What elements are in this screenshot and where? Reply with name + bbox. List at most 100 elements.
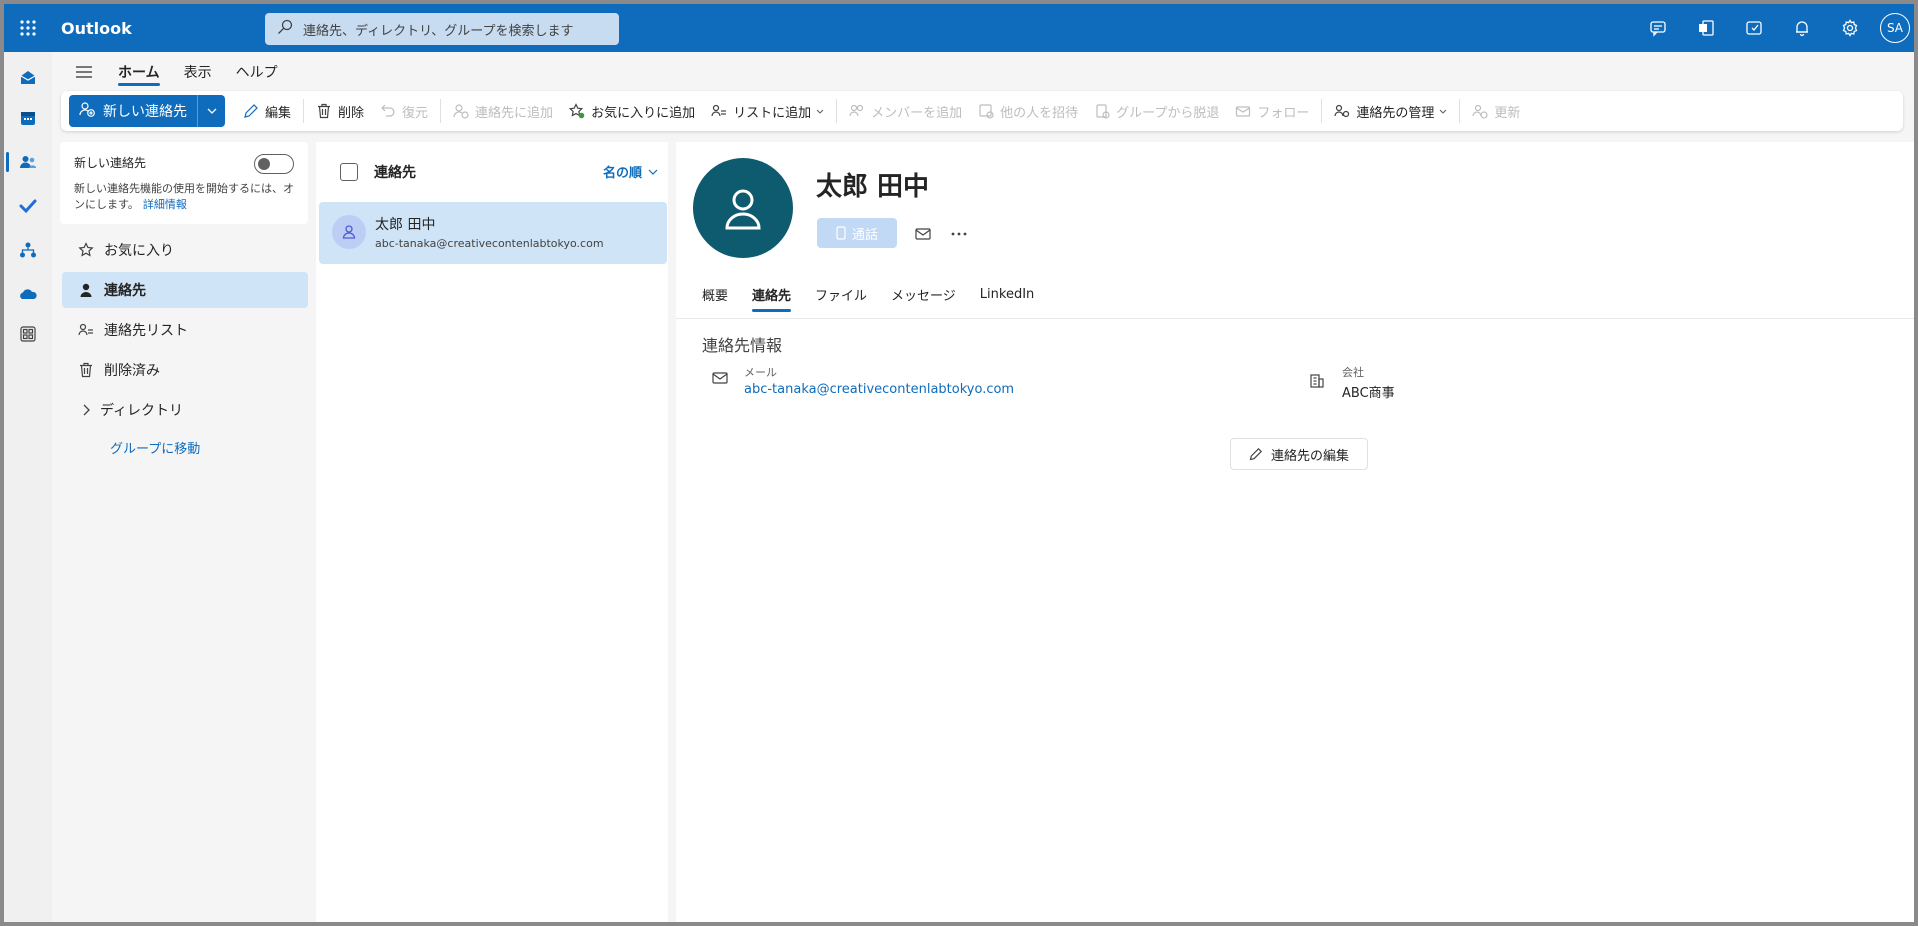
nav-item-contacts[interactable]: 連絡先 [62, 272, 308, 308]
divider [1459, 99, 1461, 123]
follow-button[interactable]: フォロー [1227, 95, 1317, 127]
update-button[interactable]: 更新 [1464, 95, 1528, 127]
nav-item-label: 連絡先 [104, 283, 146, 299]
go-to-groups-link[interactable]: グループに移動 [110, 438, 200, 457]
email-field: メール abc-tanaka@creativecontenlabtokyo.co… [712, 364, 1014, 397]
invite-others-label: 他の人を招待 [1000, 105, 1079, 121]
divider [440, 99, 442, 123]
follow-mail-icon [1236, 106, 1251, 117]
add-to-contacts-button[interactable]: 連絡先に追加 [445, 95, 561, 127]
contact-list-pane: 連絡先 名の順 太郎 田中 abc-tanaka@creativecontenl… [316, 142, 668, 922]
tab-overview[interactable]: 概要 [690, 276, 740, 312]
chevron-down-icon [816, 109, 824, 114]
delete-button[interactable]: 削除 [308, 95, 372, 127]
nav-item-label: 削除済み [104, 363, 160, 379]
send-email-button[interactable] [909, 220, 937, 248]
edit-contact-label: 連絡先の編集 [1270, 448, 1349, 464]
contact-name: 太郎 田中 [375, 217, 436, 233]
sort-label: 名の順 [602, 166, 642, 181]
sort-dropdown[interactable]: 名の順 [603, 162, 658, 181]
app-launcher-icon[interactable] [14, 14, 42, 42]
hamburger-menu-icon[interactable] [62, 54, 106, 90]
teams-chat-icon[interactable] [1634, 4, 1682, 52]
edit-contact-button[interactable]: 連絡先の編集 [1230, 438, 1368, 470]
settings-gear-icon[interactable] [1826, 4, 1874, 52]
edit-label: 編集 [265, 105, 292, 121]
company-value: ABC商事 [1342, 386, 1395, 401]
tab-linkedin[interactable]: LinkedIn [968, 276, 1046, 312]
calendar-app-icon[interactable] [4, 98, 52, 138]
restore-label: 復元 [402, 105, 429, 121]
new-contact-label: 新しい連絡先 [103, 104, 187, 120]
undo-icon [381, 104, 395, 117]
nav-item-directory[interactable]: ディレクトリ [62, 392, 308, 428]
notes-icon[interactable] [1730, 4, 1778, 52]
select-all-checkbox[interactable] [340, 163, 358, 181]
ribbon-toolbar: 新しい連絡先 編集 削除 復元 連絡先に追加 お気に入りに追加 リストに追加 メ… [61, 91, 1903, 131]
contact-list-item[interactable]: 太郎 田中 abc-tanaka@creativecontenlabtokyo.… [319, 202, 667, 264]
notifications-icon[interactable] [1778, 4, 1826, 52]
invite-others-button[interactable]: 他の人を招待 [970, 95, 1086, 127]
add-to-favorites-label: お気に入りに追加 [591, 105, 696, 121]
add-member-icon [849, 104, 864, 117]
update-label: 更新 [1494, 105, 1521, 121]
nav-item-favorites[interactable]: お気に入り [62, 232, 308, 268]
more-apps-icon[interactable] [4, 314, 52, 354]
call-button[interactable]: 通話 [817, 218, 897, 248]
restore-button[interactable]: 復元 [372, 95, 436, 127]
edit-button[interactable]: 編集 [235, 95, 299, 127]
tab-home[interactable]: ホーム [106, 54, 172, 90]
learn-more-link[interactable]: 詳細情報 [143, 198, 187, 211]
contact-detail-pane: 太郎 田中 通話 概要 連絡先 ファイル メッセージ LinkedIn 連絡先情… [676, 142, 1914, 922]
add-member-button[interactable]: メンバーを追加 [841, 95, 970, 127]
refresh-person-icon [1472, 104, 1488, 119]
person-icon [725, 189, 761, 230]
onenote-icon[interactable]: N [1682, 4, 1730, 52]
org-explorer-icon[interactable] [4, 230, 52, 270]
tab-files[interactable]: ファイル [803, 276, 879, 312]
tab-help[interactable]: ヘルプ [224, 54, 290, 90]
chevron-down-icon [207, 108, 216, 114]
todo-app-icon[interactable] [4, 186, 52, 226]
add-to-list-button[interactable]: リストに追加 [703, 95, 832, 127]
contact-email: abc-tanaka@creativecontenlabtokyo.com [375, 237, 604, 250]
people-app-icon[interactable] [4, 142, 52, 182]
more-options-button[interactable] [945, 220, 973, 248]
mail-app-icon[interactable] [4, 58, 52, 98]
person-icon [80, 283, 92, 297]
new-contacts-toggle[interactable] [254, 154, 294, 174]
star-icon [78, 242, 94, 257]
new-contact-dropdown[interactable] [197, 95, 225, 127]
nav-item-label: ディレクトリ [100, 403, 184, 419]
chevron-down-icon [1440, 109, 1447, 114]
app-title[interactable]: Outlook [61, 19, 132, 38]
tab-view[interactable]: 表示 [172, 54, 224, 90]
add-to-list-label: リストに追加 [733, 105, 812, 121]
building-icon [1310, 364, 1330, 401]
email-value[interactable]: abc-tanaka@creativecontenlabtokyo.com [744, 382, 1014, 397]
nav-item-contact-lists[interactable]: 連絡先リスト [62, 312, 308, 348]
contact-info-title: 連絡先情報 [702, 336, 783, 355]
search-input[interactable]: 連絡先、ディレクトリ、グループを検索します [265, 13, 619, 45]
nav-item-deleted[interactable]: 削除済み [62, 352, 308, 388]
tab-messages[interactable]: メッセージ [879, 276, 968, 312]
manage-contacts-button[interactable]: 連絡先の管理 [1326, 95, 1455, 127]
company-label: 会社 [1342, 366, 1364, 379]
folder-pane: 新しい連絡先 新しい連絡先機能の使用を開始するには、オンにします。 詳細情報 お気… [52, 142, 312, 922]
new-contact-button[interactable]: 新しい連絡先 [69, 95, 197, 127]
add-person-icon [453, 104, 469, 119]
trash-icon [80, 362, 92, 378]
leave-group-button[interactable]: グループから脱退 [1086, 95, 1227, 127]
invite-icon [979, 104, 994, 119]
tab-contact[interactable]: 連絡先 [740, 276, 803, 312]
chevron-right-icon [83, 404, 90, 416]
svg-text:N: N [1701, 26, 1706, 33]
mail-icon [915, 228, 931, 240]
list-title: 連絡先 [374, 165, 416, 181]
new-contact-split-button: 新しい連絡先 [69, 95, 225, 127]
add-to-favorites-button[interactable]: お気に入りに追加 [561, 95, 703, 127]
profile-name: 太郎 田中 [816, 172, 930, 202]
add-member-label: メンバーを追加 [871, 105, 963, 121]
onedrive-icon[interactable] [4, 274, 52, 314]
user-avatar[interactable]: SA [1880, 13, 1910, 43]
